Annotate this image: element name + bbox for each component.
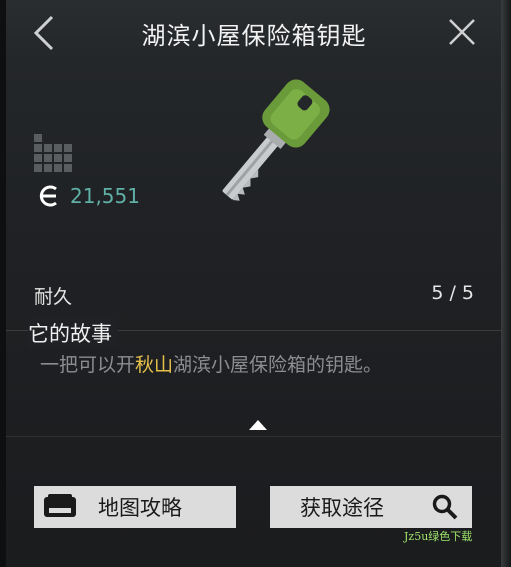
durability-row: 耐久 5 / 5 bbox=[34, 282, 474, 309]
chevron-left-icon bbox=[33, 15, 54, 51]
story-text: 一把可以开秋山湖滨小屋保险箱的钥匙。 bbox=[40, 348, 460, 382]
durability-label: 耐久 bbox=[34, 286, 73, 308]
price-value: 21,551 bbox=[70, 184, 140, 208]
currency-icon bbox=[39, 185, 57, 207]
item-image bbox=[192, 78, 342, 218]
durability-value: 5 / 5 bbox=[431, 282, 474, 304]
map-guide-button[interactable]: 地图攻略 bbox=[34, 486, 236, 528]
obtain-source-button[interactable]: 获取途径 bbox=[270, 486, 472, 528]
close-icon bbox=[449, 19, 475, 45]
story-highlight: 秋山 bbox=[135, 354, 174, 376]
expand-arrow-icon[interactable] bbox=[249, 420, 267, 430]
close-button[interactable] bbox=[444, 14, 480, 50]
header: 湖滨小屋保险箱钥匙 bbox=[6, 0, 502, 66]
map-guide-label: 地图攻略 bbox=[98, 496, 182, 520]
watermark: Jz5u绿色下载 bbox=[404, 530, 473, 543]
page-title: 湖滨小屋保险箱钥匙 bbox=[141, 21, 367, 50]
map-icon bbox=[34, 494, 86, 520]
item-detail-panel: 湖滨小屋保险箱钥匙 21,551 耐久 5 / 5 它的故事 一把可以开秋山湖滨… bbox=[6, 0, 502, 567]
price: 21,551 bbox=[36, 184, 140, 208]
search-icon bbox=[432, 494, 458, 520]
window-edge bbox=[501, 0, 511, 567]
story-text-start: 一把可以开 bbox=[40, 354, 136, 376]
key-icon bbox=[222, 79, 330, 201]
story-text-end: 湖滨小屋保险箱的钥匙。 bbox=[173, 354, 383, 376]
story-title: 它的故事 bbox=[28, 318, 118, 348]
rarity-grid-icon bbox=[34, 134, 72, 172]
obtain-source-label: 获取途径 bbox=[300, 496, 384, 520]
back-button[interactable] bbox=[24, 12, 64, 54]
divider bbox=[6, 436, 502, 437]
